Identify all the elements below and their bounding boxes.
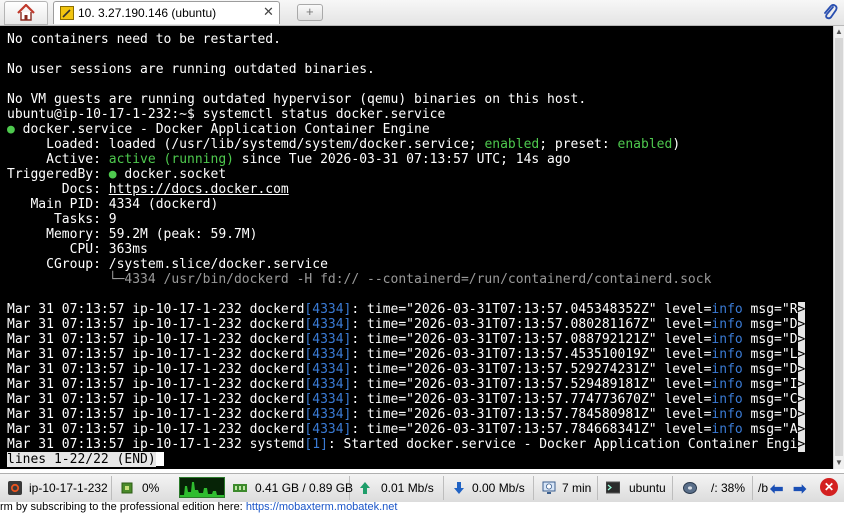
disk-label: /: 38% <box>711 481 746 495</box>
pager-status: lines 1-22/22 (END) <box>7 452 156 467</box>
upload-arrow-icon <box>360 482 370 494</box>
terminal-line: CPU: 363ms <box>7 242 148 257</box>
terminal-line: No user sessions are running outdated bi… <box>7 62 375 77</box>
terminal-line: Memory: 59.2M (peak: 59.7M) <box>7 227 258 242</box>
status-uptime[interactable]: 7 min <box>536 476 598 500</box>
cpu-icon <box>121 482 133 494</box>
terminal-line: CGroup: /system.slice/docker.service <box>7 257 328 272</box>
monitor-clock-icon <box>542 481 556 494</box>
cpu-label: 0% <box>142 481 160 495</box>
uptime-label: 7 min <box>562 481 592 495</box>
memory-icon <box>233 484 247 492</box>
terminal-line: Tasks: 9 <box>7 212 117 227</box>
disk2-label: /b <box>758 481 769 495</box>
home-icon <box>17 4 35 21</box>
terminal-line: ubuntu@ip-10-17-1-232:~$ systemctl statu… <box>7 107 446 122</box>
ubuntu-icon <box>8 481 22 495</box>
status-upload[interactable]: 0.01 Mb/s <box>352 476 444 500</box>
scroll-up-icon[interactable]: ▲ <box>835 27 843 37</box>
pager-status-line: lines 1-22/22 (END) <box>7 452 164 467</box>
status-disk-2[interactable]: /b <box>755 476 769 500</box>
plus-icon: + <box>306 4 314 19</box>
user-label: ubuntu <box>629 481 666 495</box>
scroll-down-icon[interactable]: ▼ <box>835 458 843 468</box>
journal-log-line: Mar 31 07:13:57 ip-10-17-1-232 systemd[1… <box>7 437 806 452</box>
status-bar: ip-10-17-1-232 0% 0.41 GB / 0.89 GB 0.01… <box>0 473 844 502</box>
stop-icon[interactable]: ✕ <box>820 478 838 496</box>
terminal-line: TriggeredBy: ● docker.socket <box>7 167 227 182</box>
download-label: 0.00 Mb/s <box>472 481 525 495</box>
terminal-line: └─4334 /usr/bin/dockerd -H fd:// --conta… <box>108 272 712 287</box>
journal-log-line: Mar 31 07:13:57 ip-10-17-1-232 dockerd[4… <box>7 392 806 407</box>
new-tab-button[interactable]: + <box>297 4 323 21</box>
tab-bar: 10. 3.27.190.146 (ubuntu) ✕ + <box>0 0 844 26</box>
status-cpu[interactable]: 0% <box>114 476 176 500</box>
status-memory[interactable]: 0.41 GB / 0.89 GB <box>227 476 354 500</box>
memory-label: 0.41 GB / 0.89 GB <box>255 481 354 495</box>
download-arrow-icon <box>454 482 464 494</box>
terminal-line: Main PID: 4334 (dockerd) <box>7 197 219 212</box>
footer-bar: rm by subscribing to the professional ed… <box>0 501 844 513</box>
terminal-output[interactable]: No containers need to be restarted. No us… <box>0 26 833 469</box>
terminal-line: Docs: https://docs.docker.com <box>7 182 289 197</box>
journal-log-line: Mar 31 07:13:57 ip-10-17-1-232 dockerd[4… <box>7 362 806 377</box>
close-tab-icon[interactable]: ✕ <box>263 4 274 20</box>
session-tab[interactable]: 10. 3.27.190.146 (ubuntu) ✕ <box>53 1 280 24</box>
status-user[interactable]: ubuntu <box>600 476 673 500</box>
status-host[interactable]: ip-10-17-1-232 <box>2 476 112 500</box>
journal-log-line: Mar 31 07:13:57 ip-10-17-1-232 dockerd[4… <box>7 407 806 422</box>
journal-log-line: Mar 31 07:13:57 ip-10-17-1-232 dockerd[4… <box>7 422 806 437</box>
journal-log-line: Mar 31 07:13:57 ip-10-17-1-232 dockerd[4… <box>7 302 806 317</box>
terminal-line: No VM guests are running outdated hyperv… <box>7 92 587 107</box>
footer-text: rm by subscribing to the professional ed… <box>0 501 243 513</box>
journal-log-line: Mar 31 07:13:57 ip-10-17-1-232 dockerd[4… <box>7 377 806 392</box>
terminal-line: Loaded: loaded (/usr/lib/systemd/system/… <box>7 137 681 152</box>
disk-icon <box>683 482 697 494</box>
user-terminal-icon <box>606 481 620 494</box>
home-tab-button[interactable] <box>4 1 48 25</box>
status-disk[interactable]: /: 38% <box>675 476 753 500</box>
scrollbar-thumb[interactable] <box>835 38 843 456</box>
footer-link[interactable]: https://mobaxterm.mobatek.net <box>246 501 398 513</box>
terminal-scrollbar[interactable]: ▲ ▼ <box>833 26 844 469</box>
session-tab-title: 10. 3.27.190.146 (ubuntu) <box>78 6 217 20</box>
arrow-right-icon[interactable]: ➡ <box>793 479 806 499</box>
terminal-line: No containers need to be restarted. <box>7 32 281 47</box>
host-label: ip-10-17-1-232 <box>29 481 108 495</box>
journal-log-line: Mar 31 07:13:57 ip-10-17-1-232 dockerd[4… <box>7 317 806 332</box>
terminal-cursor <box>155 452 164 466</box>
status-download[interactable]: 0.00 Mb/s <box>446 476 534 500</box>
paperclip-icon[interactable] <box>822 3 838 21</box>
upload-label: 0.01 Mb/s <box>381 481 434 495</box>
terminal-line: ● docker.service - Docker Application Co… <box>7 122 430 137</box>
cpu-graph <box>179 477 225 498</box>
journal-log-line: Mar 31 07:13:57 ip-10-17-1-232 dockerd[4… <box>7 347 806 362</box>
arrow-left-icon[interactable]: ⬅ <box>770 479 783 499</box>
journal-log-line: Mar 31 07:13:57 ip-10-17-1-232 dockerd[4… <box>7 332 806 347</box>
terminal-line: Active: active (running) since Tue 2026-… <box>7 152 571 167</box>
ssh-session-icon <box>60 6 74 20</box>
